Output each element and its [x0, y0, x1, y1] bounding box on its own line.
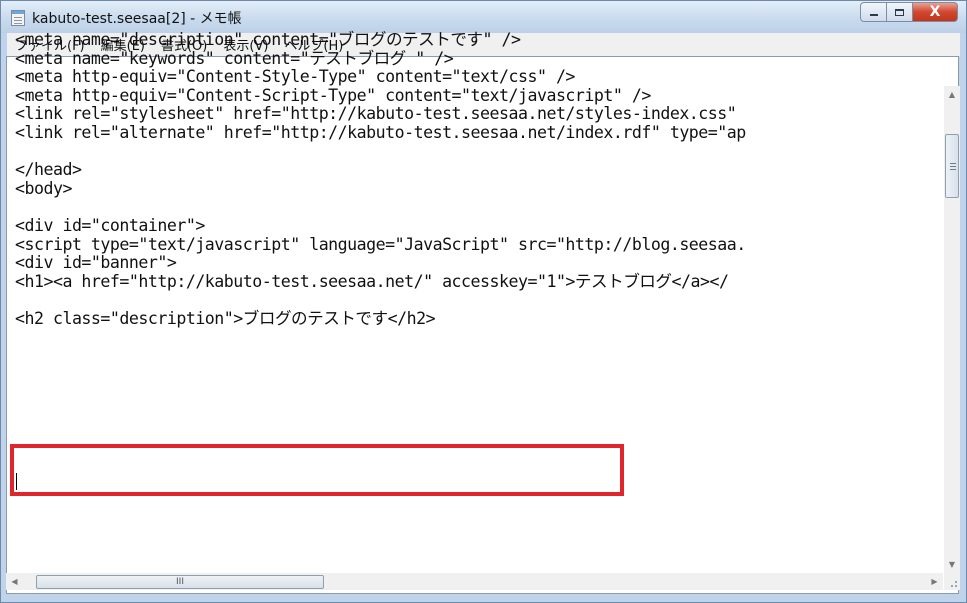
editor-line[interactable]: <h2 class="description">ブログのテストです</h2> [15, 309, 746, 329]
editor-line[interactable] [15, 143, 746, 162]
highlight-box [10, 444, 624, 496]
maximize-icon [895, 8, 904, 16]
editor-line[interactable]: <meta http-equiv="Content-Script-Type" c… [15, 86, 746, 106]
horizontal-scrollbar[interactable]: ◀ III ▶ [6, 573, 943, 590]
vertical-scrollbar[interactable]: ▲ ▼ [944, 86, 960, 573]
editor-line[interactable]: <div id="banner"> [15, 254, 746, 273]
scroll-up-icon[interactable]: ▲ [944, 86, 960, 103]
scroll-right-icon[interactable]: ▶ [926, 573, 943, 590]
close-button[interactable]: X [913, 2, 958, 22]
editor-line[interactable]: <meta name="keywords" content="テストブログ " … [15, 49, 746, 69]
editor-line[interactable]: <div id="container"> [15, 216, 746, 236]
horizontal-scroll-thumb[interactable]: III [36, 575, 324, 589]
editor-line[interactable] [15, 291, 746, 310]
close-icon: X [929, 4, 941, 20]
scroll-down-icon[interactable]: ▼ [944, 556, 960, 573]
editor-line[interactable]: <meta http-equiv="Content-Style-Type" co… [15, 68, 746, 87]
title-bar[interactable]: kabuto-test.seesaa[2] - メモ帳 X [1, 1, 966, 33]
window-title: kabuto-test.seesaa[2] - メモ帳 [32, 11, 242, 27]
vertical-scroll-thumb[interactable] [945, 134, 959, 198]
size-grip-icon[interactable] [944, 573, 960, 590]
minimize-icon [869, 14, 878, 16]
editor-line[interactable]: <link rel="stylesheet" href="http://kabu… [15, 105, 746, 124]
notepad-icon [11, 10, 25, 26]
editor-line[interactable]: </head> [15, 161, 746, 180]
editor-line[interactable]: <meta name="description" content="ブログのテス… [15, 30, 746, 50]
editor-line[interactable]: <body> [15, 179, 746, 199]
thumb-grip-icon: III [176, 577, 184, 587]
caption-buttons: X [860, 2, 958, 23]
minimize-button[interactable] [860, 2, 887, 22]
editor-line[interactable]: <script type="text/javascript" language=… [15, 235, 746, 255]
scroll-left-icon[interactable]: ◀ [6, 573, 23, 590]
editor-line[interactable]: <link rel="alternate" href="http://kabut… [15, 123, 746, 143]
maximize-button[interactable] [887, 2, 913, 22]
editor-line[interactable] [15, 198, 746, 217]
editor-line[interactable]: <h1><a href="http://kabuto-test.seesaa.n… [15, 272, 746, 292]
editor-text[interactable]: <meta name="description" content="ブログのテス… [15, 30, 746, 329]
